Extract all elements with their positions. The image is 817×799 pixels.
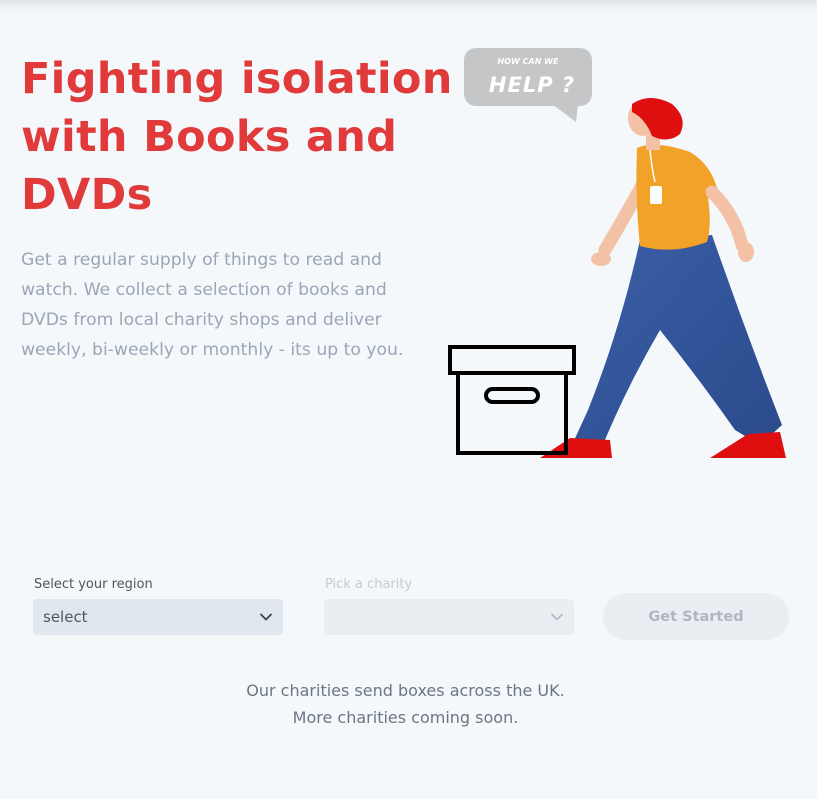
hero-description-line: weekly, bi-weekly or monthly - its up to…: [21, 340, 404, 360]
walking-person-illustration: [540, 98, 786, 458]
hero-title-line: DVDs: [21, 170, 153, 220]
region-select[interactable]: select: [33, 599, 283, 635]
hero-title-line: with Books and: [21, 112, 398, 162]
hero-title-line: Fighting isolation: [21, 54, 453, 104]
bubble-big-text: HELP ?: [489, 73, 575, 97]
hero-illustration: HOW CAN WE HELP ?: [448, 48, 786, 458]
hero-title: Fighting isolation with Books and DVDs: [21, 50, 453, 224]
region-label: Select your region: [34, 577, 153, 592]
hero-description: Get a regular supply of things to read a…: [21, 245, 421, 365]
region-select-value: select: [43, 608, 88, 626]
speech-bubble-icon: HOW CAN WE HELP ?: [464, 48, 592, 122]
hero-description-line: DVDs from local charity shops and delive…: [21, 310, 382, 330]
hero-description-line: Get a regular supply of things to read a…: [21, 250, 382, 270]
charity-select[interactable]: [324, 599, 574, 635]
charity-label: Pick a charity: [325, 577, 413, 592]
top-shadow: [0, 0, 817, 18]
bubble-small-text: HOW CAN WE: [498, 57, 559, 66]
chevron-down-icon: [551, 613, 563, 621]
hero-description-line: watch. We collect a selection of books a…: [21, 280, 387, 300]
chevron-down-icon: [260, 613, 272, 621]
box-icon: [448, 345, 576, 455]
footer-note: Our charities send boxes across the UK. …: [0, 677, 811, 731]
footer-note-line: More charities coming soon.: [292, 708, 519, 727]
get-started-button[interactable]: Get Started: [603, 593, 789, 640]
footer-note-line: Our charities send boxes across the UK.: [246, 681, 565, 700]
